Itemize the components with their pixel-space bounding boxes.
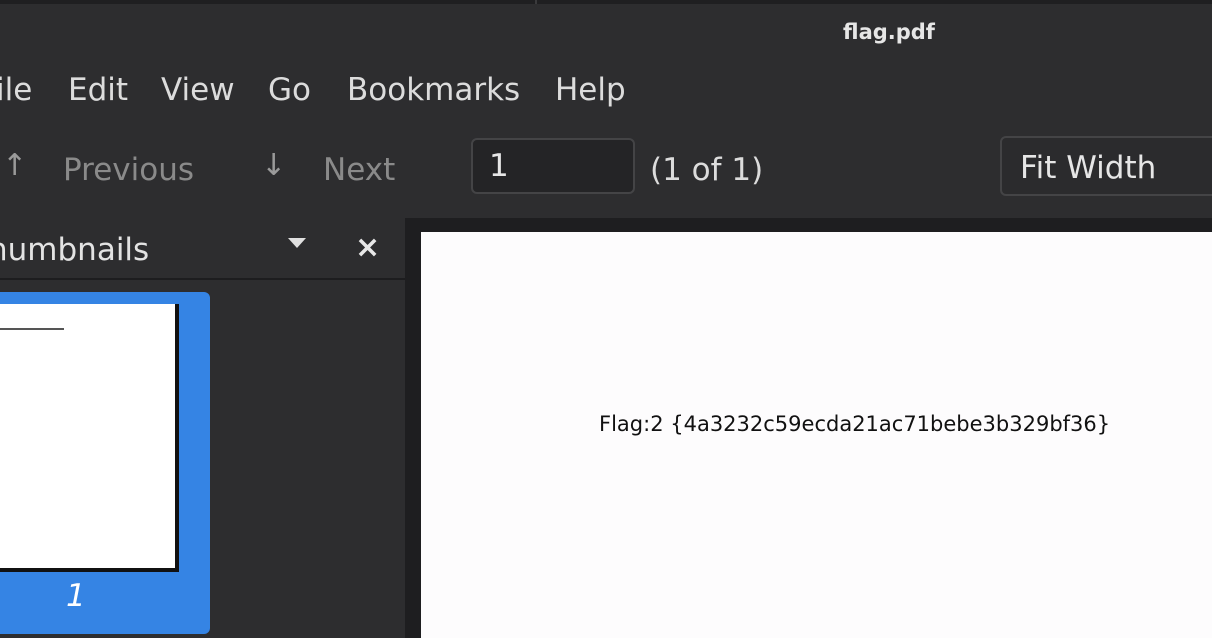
sidebar-divider[interactable]	[405, 218, 421, 638]
menu-go[interactable]: Go	[268, 72, 311, 108]
titlebar[interactable]: flag.pdf	[0, 4, 1212, 54]
thumbnail-number: 1	[66, 578, 86, 614]
thumbnail-page-preview	[0, 304, 179, 572]
menubar: ile Edit View Go Bookmarks Help	[0, 62, 1212, 118]
arrow-up-icon[interactable]: ↑	[2, 148, 27, 183]
thumbnail-text-line	[0, 328, 64, 330]
sidebar-title: humbnails	[0, 232, 150, 268]
menu-edit[interactable]: Edit	[68, 72, 128, 108]
sidebar-header: humbnails ×	[0, 218, 405, 280]
close-icon[interactable]: ×	[355, 230, 380, 265]
page-number-input[interactable]: 1	[471, 138, 635, 194]
window-title: flag.pdf	[843, 20, 935, 44]
menu-file[interactable]: ile	[0, 72, 32, 108]
menu-bookmarks[interactable]: Bookmarks	[347, 72, 520, 108]
viewer-frame	[405, 218, 1212, 232]
previous-button[interactable]: Previous	[63, 152, 194, 188]
arrow-down-icon[interactable]: ↓	[261, 148, 286, 183]
next-button[interactable]: Next	[323, 152, 395, 188]
pdf-viewer-window: flag.pdf ile Edit View Go Bookmarks Help…	[0, 0, 1212, 638]
zoom-select[interactable]: Fit Width	[1000, 136, 1212, 196]
sidebar: humbnails × 1	[0, 218, 405, 638]
dropdown-caret-icon[interactable]	[288, 238, 306, 248]
menu-view[interactable]: View	[161, 72, 235, 108]
document-text: Flag:2 {4a3232c59ecda21ac71bebe3b329bf36…	[599, 412, 1111, 436]
thumbnail-item[interactable]: 1	[0, 292, 210, 634]
menu-help[interactable]: Help	[555, 72, 626, 108]
toolbar: ↑ Previous ↓ Next 1 (1 of 1) Fit Width	[0, 134, 1212, 204]
document-page[interactable]: Flag:2 {4a3232c59ecda21ac71bebe3b329bf36…	[421, 232, 1212, 638]
page-count-label: (1 of 1)	[650, 152, 764, 188]
